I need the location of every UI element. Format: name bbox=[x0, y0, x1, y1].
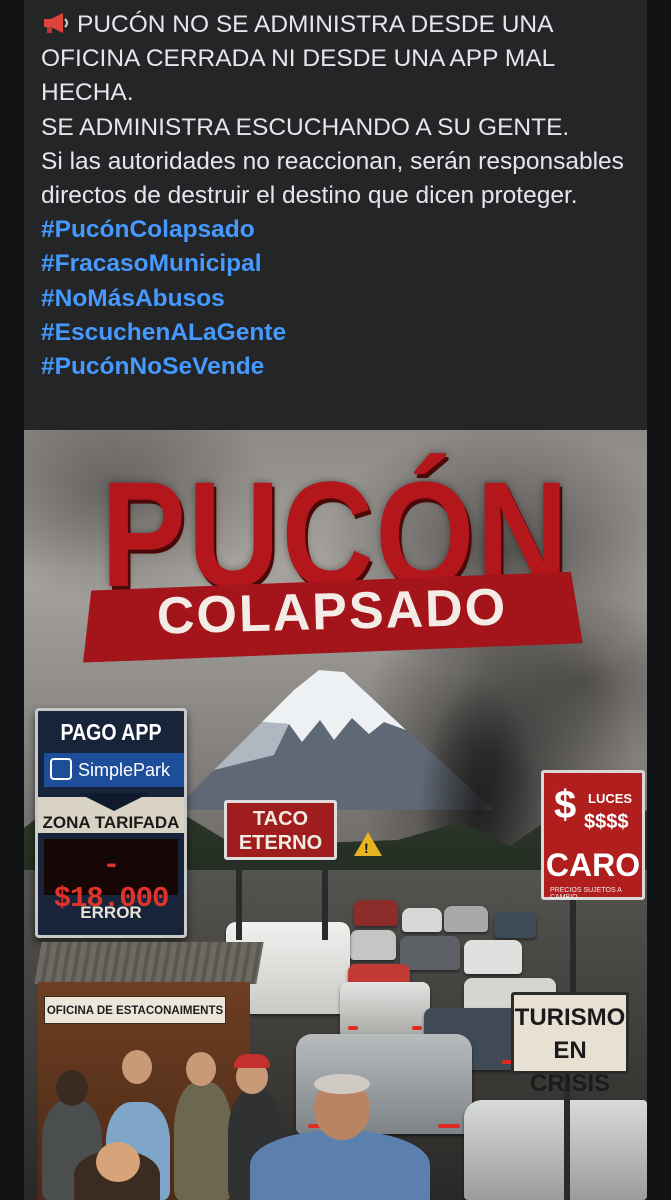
person-head bbox=[186, 1052, 216, 1086]
post-line-1: PUCÓN NO SE ADMINISTRA DESDE UNA OFICINA… bbox=[41, 11, 555, 107]
post-line-2: SE ADMINISTRA ESCUCHANDO A SU GENTE. bbox=[41, 113, 570, 141]
car bbox=[494, 912, 536, 938]
megaphone-icon bbox=[44, 13, 68, 33]
arrow-down-icon bbox=[78, 793, 150, 811]
car bbox=[464, 940, 522, 974]
car bbox=[400, 936, 460, 970]
office-sign: OFICINA DE ESTACONAIMENTS bbox=[44, 996, 226, 1024]
car bbox=[464, 1100, 647, 1200]
car bbox=[402, 908, 442, 932]
price-symbols: $$$$ bbox=[584, 811, 629, 833]
car bbox=[354, 900, 398, 926]
red-cap bbox=[234, 1054, 270, 1068]
shop-roof bbox=[34, 942, 264, 984]
person-hair bbox=[314, 1074, 370, 1094]
car bbox=[444, 906, 488, 932]
tail-light bbox=[412, 1026, 422, 1030]
pago-app-sign: PAGO APP SimplePark ZONA TARIFADA - $18.… bbox=[35, 708, 187, 938]
post-body: PUCÓN NO SE ADMINISTRA DESDE UNA OFICINA… bbox=[41, 8, 636, 384]
person bbox=[250, 1130, 430, 1200]
fine-print: PRECIOS SUJETOS A CAMBIO bbox=[550, 887, 622, 901]
tail-light bbox=[438, 1124, 460, 1128]
turismo-en-crisis-sign: TURISMO EN CRISIS bbox=[511, 992, 629, 1097]
car bbox=[340, 982, 430, 1036]
tail-light bbox=[348, 1026, 358, 1030]
sign-post bbox=[322, 860, 328, 940]
person-head bbox=[122, 1050, 152, 1084]
post-image[interactable]: PUCÓN COLAPSADO PAGO APP SimplePark ZONA… bbox=[24, 430, 647, 1200]
parking-icon bbox=[50, 758, 72, 780]
error-label: ERROR bbox=[80, 903, 142, 922]
hashtag-link[interactable]: #PucónColapsado bbox=[41, 213, 636, 247]
person-head bbox=[56, 1070, 88, 1106]
hashtag-link[interactable]: #FracasoMunicipal bbox=[41, 247, 636, 281]
luces-caro-sign: $ LUCES $$$$ CARO PRECIOS SUJETOS A CAMB… bbox=[541, 770, 645, 901]
hashtag-link[interactable]: #NoMásAbusos bbox=[41, 282, 636, 316]
person bbox=[174, 1082, 232, 1200]
car bbox=[350, 930, 396, 960]
hashtag-link[interactable]: #PucónNoSeVende bbox=[41, 350, 636, 384]
post-line-3: Si las autoridades no reaccionan, serán … bbox=[41, 147, 624, 210]
sign-post bbox=[236, 860, 242, 940]
luces-label: LUCES bbox=[588, 791, 633, 806]
hashtag-link[interactable]: #EscuchenALaGente bbox=[41, 316, 636, 350]
charge-amount: - $18.000 bbox=[44, 839, 178, 915]
warning-mark: ! bbox=[364, 840, 369, 856]
post-paragraph-1: PUCÓN NO SE ADMINISTRA DESDE UNA OFICINA… bbox=[41, 8, 636, 111]
dollar-icon: $ bbox=[554, 783, 577, 827]
pago-app-title: PAGO APP bbox=[60, 719, 162, 745]
caro-label: CARO bbox=[545, 847, 641, 883]
person-head bbox=[96, 1142, 140, 1182]
taco-eterno-sign: TACO ETERNO bbox=[224, 800, 337, 860]
